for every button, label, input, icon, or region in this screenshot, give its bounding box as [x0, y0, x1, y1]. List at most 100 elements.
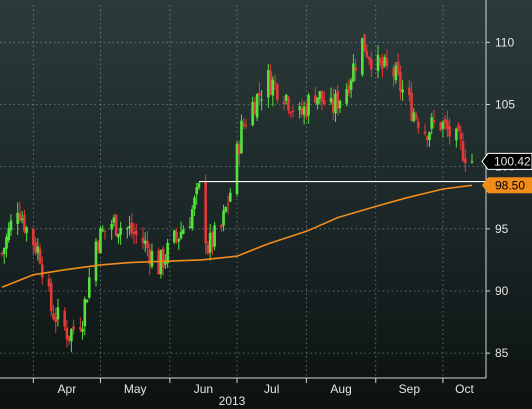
candle-body	[284, 94, 288, 101]
candle-body	[36, 246, 40, 254]
candle-body	[244, 125, 248, 127]
candle-body	[383, 57, 387, 66]
candle-body	[103, 230, 107, 232]
candle-body	[213, 225, 216, 247]
candle-body	[428, 132, 431, 141]
candle-body	[354, 67, 357, 71]
candle-body	[54, 317, 58, 323]
y-tick-label: 90	[495, 284, 509, 298]
candle-body	[237, 144, 241, 155]
candle-body	[119, 227, 122, 235]
candle-body	[25, 227, 28, 233]
candle-body	[385, 58, 389, 66]
candle-body	[336, 91, 340, 110]
candle-body	[457, 125, 460, 132]
candle-body	[378, 58, 382, 63]
candle-body	[345, 89, 348, 104]
candle-body	[443, 119, 447, 123]
candle-body	[49, 283, 53, 312]
y-tick-label: 105	[495, 97, 515, 111]
candle-body	[347, 85, 351, 94]
x-tick-label: May	[124, 382, 147, 396]
candle-body	[361, 38, 364, 75]
candle-body	[416, 121, 420, 129]
candle-body	[439, 122, 442, 131]
candle-body	[110, 223, 113, 230]
candle-body	[320, 90, 324, 102]
candle-body	[143, 240, 147, 244]
candle-body	[273, 82, 277, 84]
chart-svg: 859095100105110AprMayJunJulAugSepOct2013…	[0, 0, 532, 408]
candle-body	[141, 237, 145, 243]
candle-body	[150, 251, 154, 267]
candle-body	[117, 233, 120, 238]
candle-body	[423, 131, 427, 134]
candle-body	[222, 210, 225, 226]
candle-body	[7, 228, 11, 241]
candle-body	[193, 197, 196, 210]
candle-body	[126, 228, 129, 230]
candle-body	[47, 278, 51, 286]
candle-body	[190, 209, 194, 229]
candle-body	[352, 63, 355, 82]
candle-body	[318, 91, 322, 99]
candle-body	[258, 92, 261, 96]
candle-body	[220, 224, 223, 228]
candle-body	[408, 87, 411, 96]
candle-body	[20, 218, 24, 221]
candle-body	[114, 214, 118, 236]
candle-body	[81, 328, 84, 332]
candle-body	[224, 207, 228, 212]
candle-body	[211, 232, 214, 248]
candle-body	[32, 228, 35, 246]
y-tick-label: 95	[495, 222, 509, 236]
candle-body	[412, 112, 416, 121]
x-tick-label: Sep	[399, 382, 421, 396]
candle-body	[87, 277, 91, 298]
candle-body	[269, 71, 272, 95]
x-tick-label: Apr	[58, 382, 77, 396]
candle-body	[255, 94, 259, 118]
candle-body	[177, 238, 181, 242]
candle-body	[432, 119, 436, 123]
candle-body	[34, 242, 37, 253]
candle-body	[448, 126, 451, 137]
candle-body	[157, 250, 160, 275]
candle-body	[2, 248, 6, 254]
candle-body	[99, 227, 102, 254]
candle-body	[179, 231, 183, 239]
candle-body	[166, 242, 169, 264]
candle-body	[329, 97, 333, 103]
candle-body	[23, 214, 26, 232]
candle-body	[334, 93, 337, 114]
candle-body	[208, 232, 212, 253]
candle-body	[112, 217, 116, 223]
candle-body	[396, 61, 400, 74]
candle-body	[322, 100, 326, 105]
candle-body	[16, 212, 19, 224]
candle-body	[282, 101, 286, 105]
candle-body	[52, 313, 55, 320]
candle-body	[331, 98, 335, 113]
candle-body	[305, 106, 308, 117]
candle-body	[175, 232, 178, 239]
candle-body	[314, 95, 317, 103]
candle-body	[367, 57, 371, 60]
candle-body	[79, 327, 82, 330]
candle-body	[338, 100, 342, 109]
candle-body	[101, 229, 105, 232]
x-tick-label: Aug	[330, 382, 351, 396]
candle-body	[253, 102, 257, 115]
candle-body	[173, 230, 176, 243]
candle-body	[40, 264, 44, 278]
candle-body	[38, 248, 42, 264]
x-tick-label: Oct	[455, 382, 474, 396]
candle-body	[369, 59, 373, 70]
candle-body	[410, 93, 413, 121]
candle-body	[298, 106, 301, 111]
candle-body	[146, 241, 149, 249]
candle-body	[363, 34, 366, 52]
current-price-label: 100.42	[494, 154, 531, 168]
candle-body	[307, 95, 310, 116]
candle-body	[181, 229, 185, 234]
